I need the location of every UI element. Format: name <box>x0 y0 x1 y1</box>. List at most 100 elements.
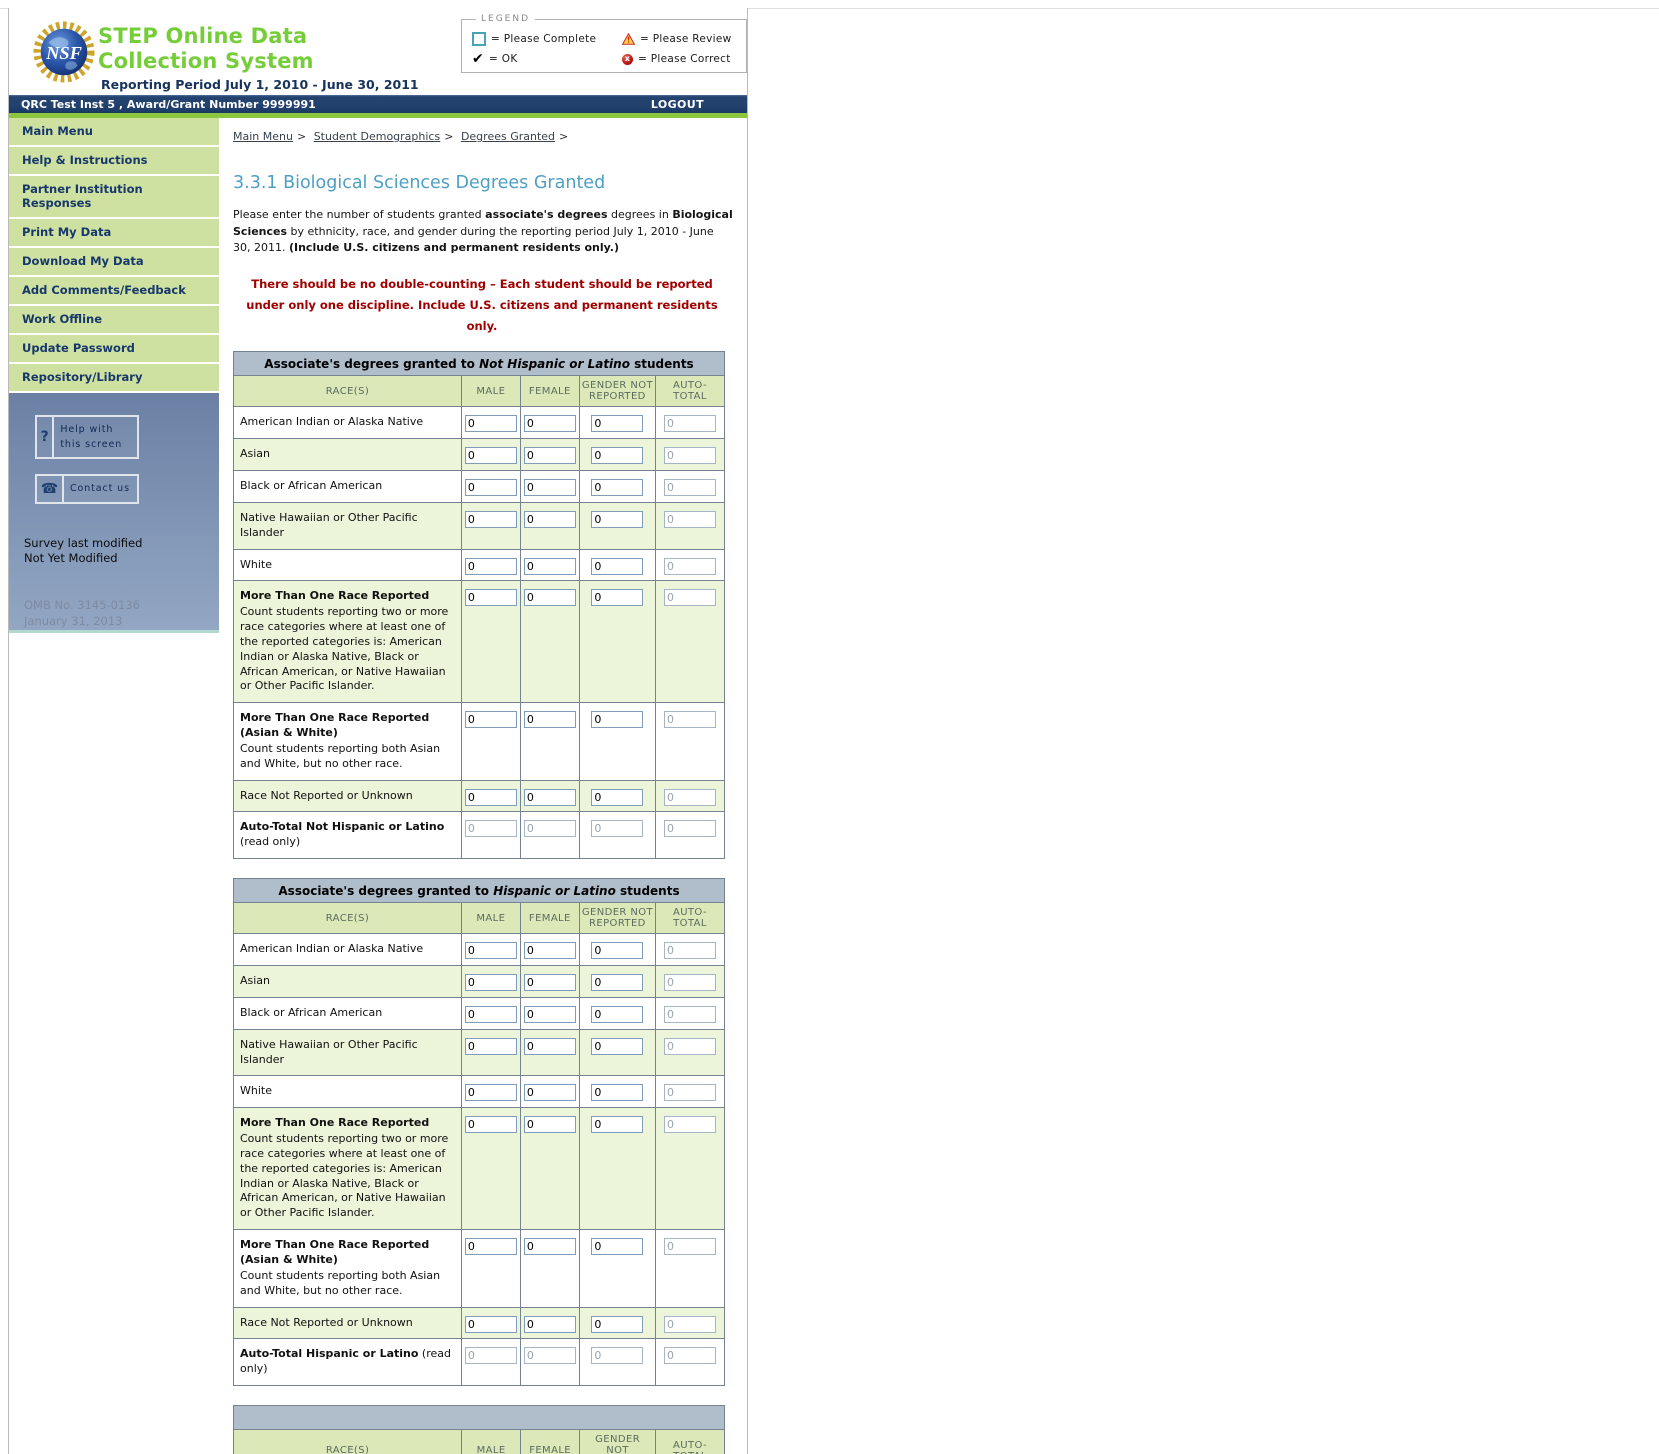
input-asian-gender-not-reported[interactable] <box>591 974 644 992</box>
input-black-or-african-american-gender-not-reported[interactable] <box>591 478 644 496</box>
input-american-indian-or-alaska-native-male[interactable] <box>464 942 517 960</box>
input-asian-female[interactable] <box>523 974 576 992</box>
input-american-indian-or-alaska-native-male[interactable] <box>464 415 517 433</box>
input-more-than-one-race-reported-male[interactable] <box>464 589 517 607</box>
intro-segment: (Include U.S. citizens and permanent res… <box>288 241 619 254</box>
breadcrumb-link-degrees-granted[interactable]: Degrees Granted <box>461 130 555 143</box>
input-more-than-one-race-reported-asian-white-gender-not-reported[interactable] <box>591 1238 644 1256</box>
input-white-gender-not-reported[interactable] <box>591 1084 644 1102</box>
input-cell <box>654 1338 726 1387</box>
input-more-than-one-race-reported-asian-white-male[interactable] <box>464 1238 517 1256</box>
input-cell <box>578 996 656 1030</box>
input-white-female[interactable] <box>523 1084 576 1102</box>
input-native-hawaiian-or-other-pacific-islander-male[interactable] <box>464 510 517 528</box>
input-cell <box>519 933 580 967</box>
input-more-than-one-race-reported-asian-white-male[interactable] <box>464 711 517 729</box>
input-cell <box>578 1306 656 1340</box>
row-label: Black or African American <box>240 1005 383 1019</box>
input-cell <box>654 996 726 1030</box>
input-cell <box>654 933 726 967</box>
input-more-than-one-race-reported-gender-not-reported[interactable] <box>591 1116 644 1134</box>
column-header-gender-not-reported: GENDER NOT REPORTED <box>578 375 656 408</box>
input-more-than-one-race-reported-asian-white-auto-total <box>663 711 716 729</box>
survey-modified: Survey last modified Not Yet Modified <box>24 536 219 567</box>
input-native-hawaiian-or-other-pacific-islander-gender-not-reported[interactable] <box>591 1037 644 1055</box>
input-more-than-one-race-reported-female[interactable] <box>523 1116 576 1134</box>
sidebar-item-add-comments-feedback[interactable]: Add Comments/Feedback <box>9 277 219 304</box>
survey-modified-value: Not Yet Modified <box>24 551 118 566</box>
help-button-label: Help with this screen <box>60 424 123 451</box>
input-native-hawaiian-or-other-pacific-islander-male[interactable] <box>464 1037 517 1055</box>
input-american-indian-or-alaska-native-female[interactable] <box>523 942 576 960</box>
input-black-or-african-american-female[interactable] <box>523 478 576 496</box>
input-asian-male[interactable] <box>464 447 517 465</box>
input-more-than-one-race-reported-asian-white-gender-not-reported[interactable] <box>591 711 644 729</box>
input-american-indian-or-alaska-native-female[interactable] <box>523 415 576 433</box>
input-cell <box>654 965 726 998</box>
input-asian-male[interactable] <box>464 974 517 992</box>
input-more-than-one-race-reported-asian-white-female[interactable] <box>523 711 576 729</box>
input-white-female[interactable] <box>523 557 576 575</box>
input-native-hawaiian-or-other-pacific-islander-female[interactable] <box>523 1037 576 1055</box>
sidebar-item-download-my-data[interactable]: Download My Data <box>9 248 219 275</box>
race-label-cell: American Indian or Alaska Native <box>233 406 462 440</box>
legend-item-label: = Please Correct <box>638 53 731 65</box>
column-header-race-s: RACE(S) <box>233 375 462 408</box>
input-race-not-reported-or-unknown-female[interactable] <box>523 788 576 806</box>
input-american-indian-or-alaska-native-gender-not-reported[interactable] <box>591 942 644 960</box>
input-race-not-reported-or-unknown-gender-not-reported[interactable] <box>591 1315 644 1333</box>
table-title-group: Hispanic or Latino <box>493 883 616 898</box>
column-header-female: FEMALE <box>520 1429 581 1454</box>
race-label-cell: Asian <box>233 965 462 998</box>
column-header-gender-not-reported: GENDER NOT REPORTED <box>579 1429 657 1454</box>
row-label: White <box>240 557 272 571</box>
input-more-than-one-race-reported-male[interactable] <box>464 1116 517 1134</box>
input-cell <box>654 1229 726 1308</box>
input-white-gender-not-reported[interactable] <box>591 557 644 575</box>
logout-button[interactable]: LOGOUT <box>651 98 704 111</box>
table-title-suffix: students <box>629 356 694 371</box>
input-more-than-one-race-reported-asian-white-female[interactable] <box>523 1238 576 1256</box>
sidebar-item-update-password[interactable]: Update Password <box>9 335 219 362</box>
input-black-or-african-american-male[interactable] <box>464 1005 517 1023</box>
input-cell <box>460 1075 521 1109</box>
input-black-or-african-american-male[interactable] <box>464 478 517 496</box>
legend-item: x = Please Correct <box>622 53 738 65</box>
input-race-not-reported-or-unknown-male[interactable] <box>464 1315 517 1333</box>
table-hispanic: Associate's degrees granted to Hispanic … <box>233 878 726 1387</box>
input-white-male[interactable] <box>464 1084 517 1102</box>
input-asian-female[interactable] <box>523 447 576 465</box>
sidebar-item-work-offline[interactable]: Work Offline <box>9 306 219 333</box>
input-more-than-one-race-reported-female[interactable] <box>523 589 576 607</box>
breadcrumb-link-main-menu[interactable]: Main Menu <box>233 130 293 143</box>
column-header-row: RACE(S)MALEFEMALEGENDER NOT REPORTEDAUTO… <box>232 1429 725 1454</box>
input-black-or-african-american-female[interactable] <box>523 1005 576 1023</box>
input-more-than-one-race-reported-gender-not-reported[interactable] <box>591 589 644 607</box>
input-black-or-african-american-gender-not-reported[interactable] <box>591 1005 644 1023</box>
column-header-auto-total: AUTO-TOTAL <box>655 1429 725 1454</box>
sidebar-item-print-my-data[interactable]: Print My Data <box>9 219 219 246</box>
input-asian-gender-not-reported[interactable] <box>591 447 644 465</box>
table-row: Auto-Total Not Hispanic or Latino (read … <box>233 811 726 860</box>
input-cell <box>460 933 521 967</box>
table-row: Black or African American <box>233 996 726 1030</box>
sidebar-item-help-instructions[interactable]: Help & Instructions <box>9 147 219 174</box>
page-title: 3.3.1 Biological Sciences Degrees Grante… <box>233 173 606 193</box>
input-race-not-reported-or-unknown-male[interactable] <box>464 788 517 806</box>
sidebar-panel: ? Help with this screen ☎ Contact us Sur… <box>9 393 219 633</box>
sidebar-item-main-menu[interactable]: Main Menu <box>9 118 219 145</box>
input-race-not-reported-or-unknown-female[interactable] <box>523 1315 576 1333</box>
input-race-not-reported-or-unknown-auto-total <box>663 1315 716 1333</box>
contact-us-button[interactable]: ☎ Contact us <box>35 474 139 504</box>
input-auto-total-not-hispanic-or-latino-auto-total <box>663 820 716 838</box>
input-white-male[interactable] <box>464 557 517 575</box>
input-native-hawaiian-or-other-pacific-islander-female[interactable] <box>523 510 576 528</box>
input-native-hawaiian-or-other-pacific-islander-gender-not-reported[interactable] <box>591 510 644 528</box>
input-cell <box>519 965 580 998</box>
input-race-not-reported-or-unknown-gender-not-reported[interactable] <box>591 788 644 806</box>
sidebar-item-partner-institution-responses[interactable]: Partner Institution Responses <box>9 176 219 217</box>
sidebar-item-repository-library[interactable]: Repository/Library <box>9 364 219 391</box>
help-with-screen-button[interactable]: ? Help with this screen <box>35 415 139 460</box>
input-american-indian-or-alaska-native-gender-not-reported[interactable] <box>591 415 644 433</box>
breadcrumb-link-student-demographics[interactable]: Student Demographics <box>314 130 441 143</box>
